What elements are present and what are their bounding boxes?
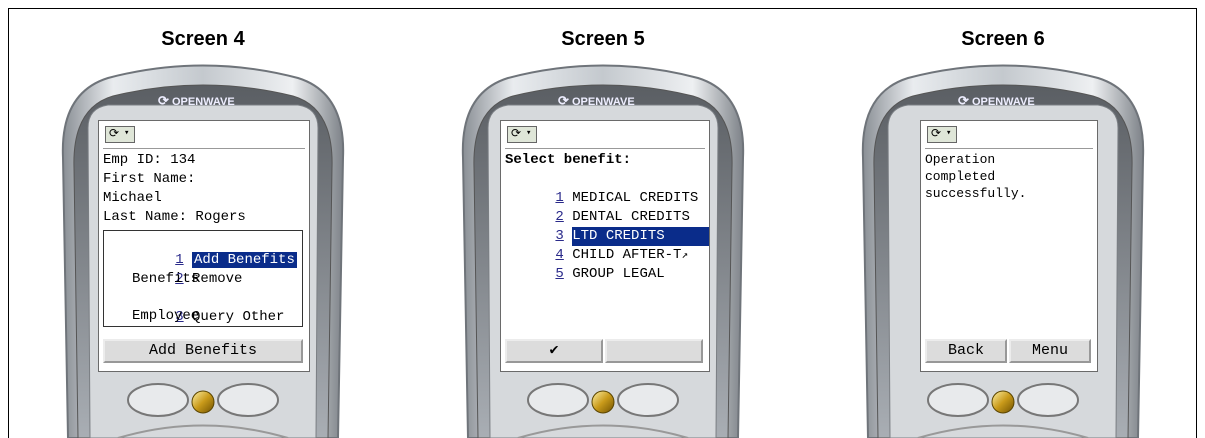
brand-label: ⟳ OPENWAVE xyxy=(158,93,235,109)
menu-item-label-continued: Benefits xyxy=(132,271,200,287)
menu-item-label: Remove xyxy=(192,271,243,287)
brand-label: ⟳ OPENWAVE xyxy=(558,93,635,109)
divider xyxy=(925,148,1093,149)
divider xyxy=(505,148,705,149)
checkmark-icon: ✔ xyxy=(549,342,559,359)
first-name-value: Michael xyxy=(103,190,162,206)
brand-text: OPENWAVE xyxy=(571,96,635,108)
chevron-down-icon: ▾ xyxy=(946,128,952,138)
benefit-item-dental[interactable]: 2 DENTAL CREDITS xyxy=(505,189,689,225)
menu-item-query-other[interactable]: 3 Query Other xyxy=(108,289,284,325)
screen-title: Screen 4 xyxy=(161,28,245,50)
softkey-add-benefits[interactable]: Add Benefits xyxy=(103,339,303,363)
item-label: GROUP LEGAL xyxy=(572,266,665,282)
softkey-back[interactable]: Back xyxy=(925,339,1007,363)
softkey-right[interactable] xyxy=(605,339,703,363)
device-screen: ⟳ ▾ Emp ID: 134 First Name: Michael Last… xyxy=(98,120,310,372)
brand-label: ⟳ OPENWAVE xyxy=(958,93,1035,109)
screen-6-panel: Screen 6 ⟳ OPENWAVE ⟳ ▾ Operation comple… xyxy=(808,8,1198,438)
openwave-menu-icon: ⟳ xyxy=(511,127,522,141)
screen-title: Screen 5 xyxy=(561,28,645,50)
benefit-item-ltd[interactable]: 3 LTD CREDITS xyxy=(505,208,709,246)
openwave-logo-icon: ⟳ xyxy=(158,93,169,108)
divider xyxy=(103,148,305,149)
chevron-down-icon: ▾ xyxy=(124,128,130,138)
benefit-item-legal[interactable]: 5 GROUP LEGAL xyxy=(505,246,664,282)
menu-item-label-continued: Employee xyxy=(132,308,200,324)
chevron-down-icon: ▾ xyxy=(526,128,532,138)
action-menu: 1 Add Benefits 2 Remove Benefits 3 Query… xyxy=(103,230,303,327)
last-name-text: Last Name: Rogers xyxy=(103,209,246,225)
options-dropdown-button[interactable]: ⟳ ▾ xyxy=(927,126,957,143)
emp-id-text: Emp ID: 134 xyxy=(103,152,196,168)
truncation-arrow-icon: ↗ xyxy=(681,250,689,262)
device-screen: ⟳ ▾ Operation completed successfully. Ba… xyxy=(920,120,1098,372)
benefit-item-child[interactable]: 4 CHILD AFTER-T↗ xyxy=(505,227,688,263)
softkey-ok[interactable]: ✔ xyxy=(505,339,603,363)
openwave-menu-icon: ⟳ xyxy=(931,127,942,141)
softkey-bar: Add Benefits xyxy=(103,339,305,363)
options-dropdown-button[interactable]: ⟳ ▾ xyxy=(507,126,537,143)
brand-text: OPENWAVE xyxy=(971,96,1035,108)
status-message-line: successfully. xyxy=(925,186,1027,201)
benefit-item-medical[interactable]: 1 MEDICAL CREDITS xyxy=(505,170,698,206)
softkey-menu[interactable]: Menu xyxy=(1009,339,1091,363)
options-dropdown-button[interactable]: ⟳ ▾ xyxy=(105,126,135,143)
openwave-logo-icon: ⟳ xyxy=(958,93,969,108)
first-name-label: First Name: xyxy=(103,171,196,187)
screen-title: Screen 6 xyxy=(961,28,1045,50)
openwave-menu-icon: ⟳ xyxy=(109,127,120,141)
item-number: 5 xyxy=(555,266,564,282)
screen-5-panel: Screen 5 ⟳ OPENWAVE ⟳ ▾ Select benefit: … xyxy=(408,8,798,438)
select-benefit-heading: Select benefit: xyxy=(505,152,632,168)
menu-item-remove-benefits[interactable]: 2 Remove xyxy=(108,251,242,287)
menu-item-add-benefits[interactable]: 1 Add Benefits xyxy=(108,232,297,268)
screen-4-panel: Screen 4 ⟳ OPENWAVE ⟳ ▾ Emp ID: 134 Firs… xyxy=(8,8,398,438)
openwave-logo-icon: ⟳ xyxy=(558,93,569,108)
softkey-bar: ✔ xyxy=(505,339,705,363)
device-screen: ⟳ ▾ Select benefit: 1 MEDICAL CREDITS 2 … xyxy=(500,120,710,372)
menu-item-label: Query Other xyxy=(192,309,285,325)
brand-text: OPENWAVE xyxy=(171,96,235,108)
softkey-bar: Back Menu xyxy=(925,339,1093,363)
